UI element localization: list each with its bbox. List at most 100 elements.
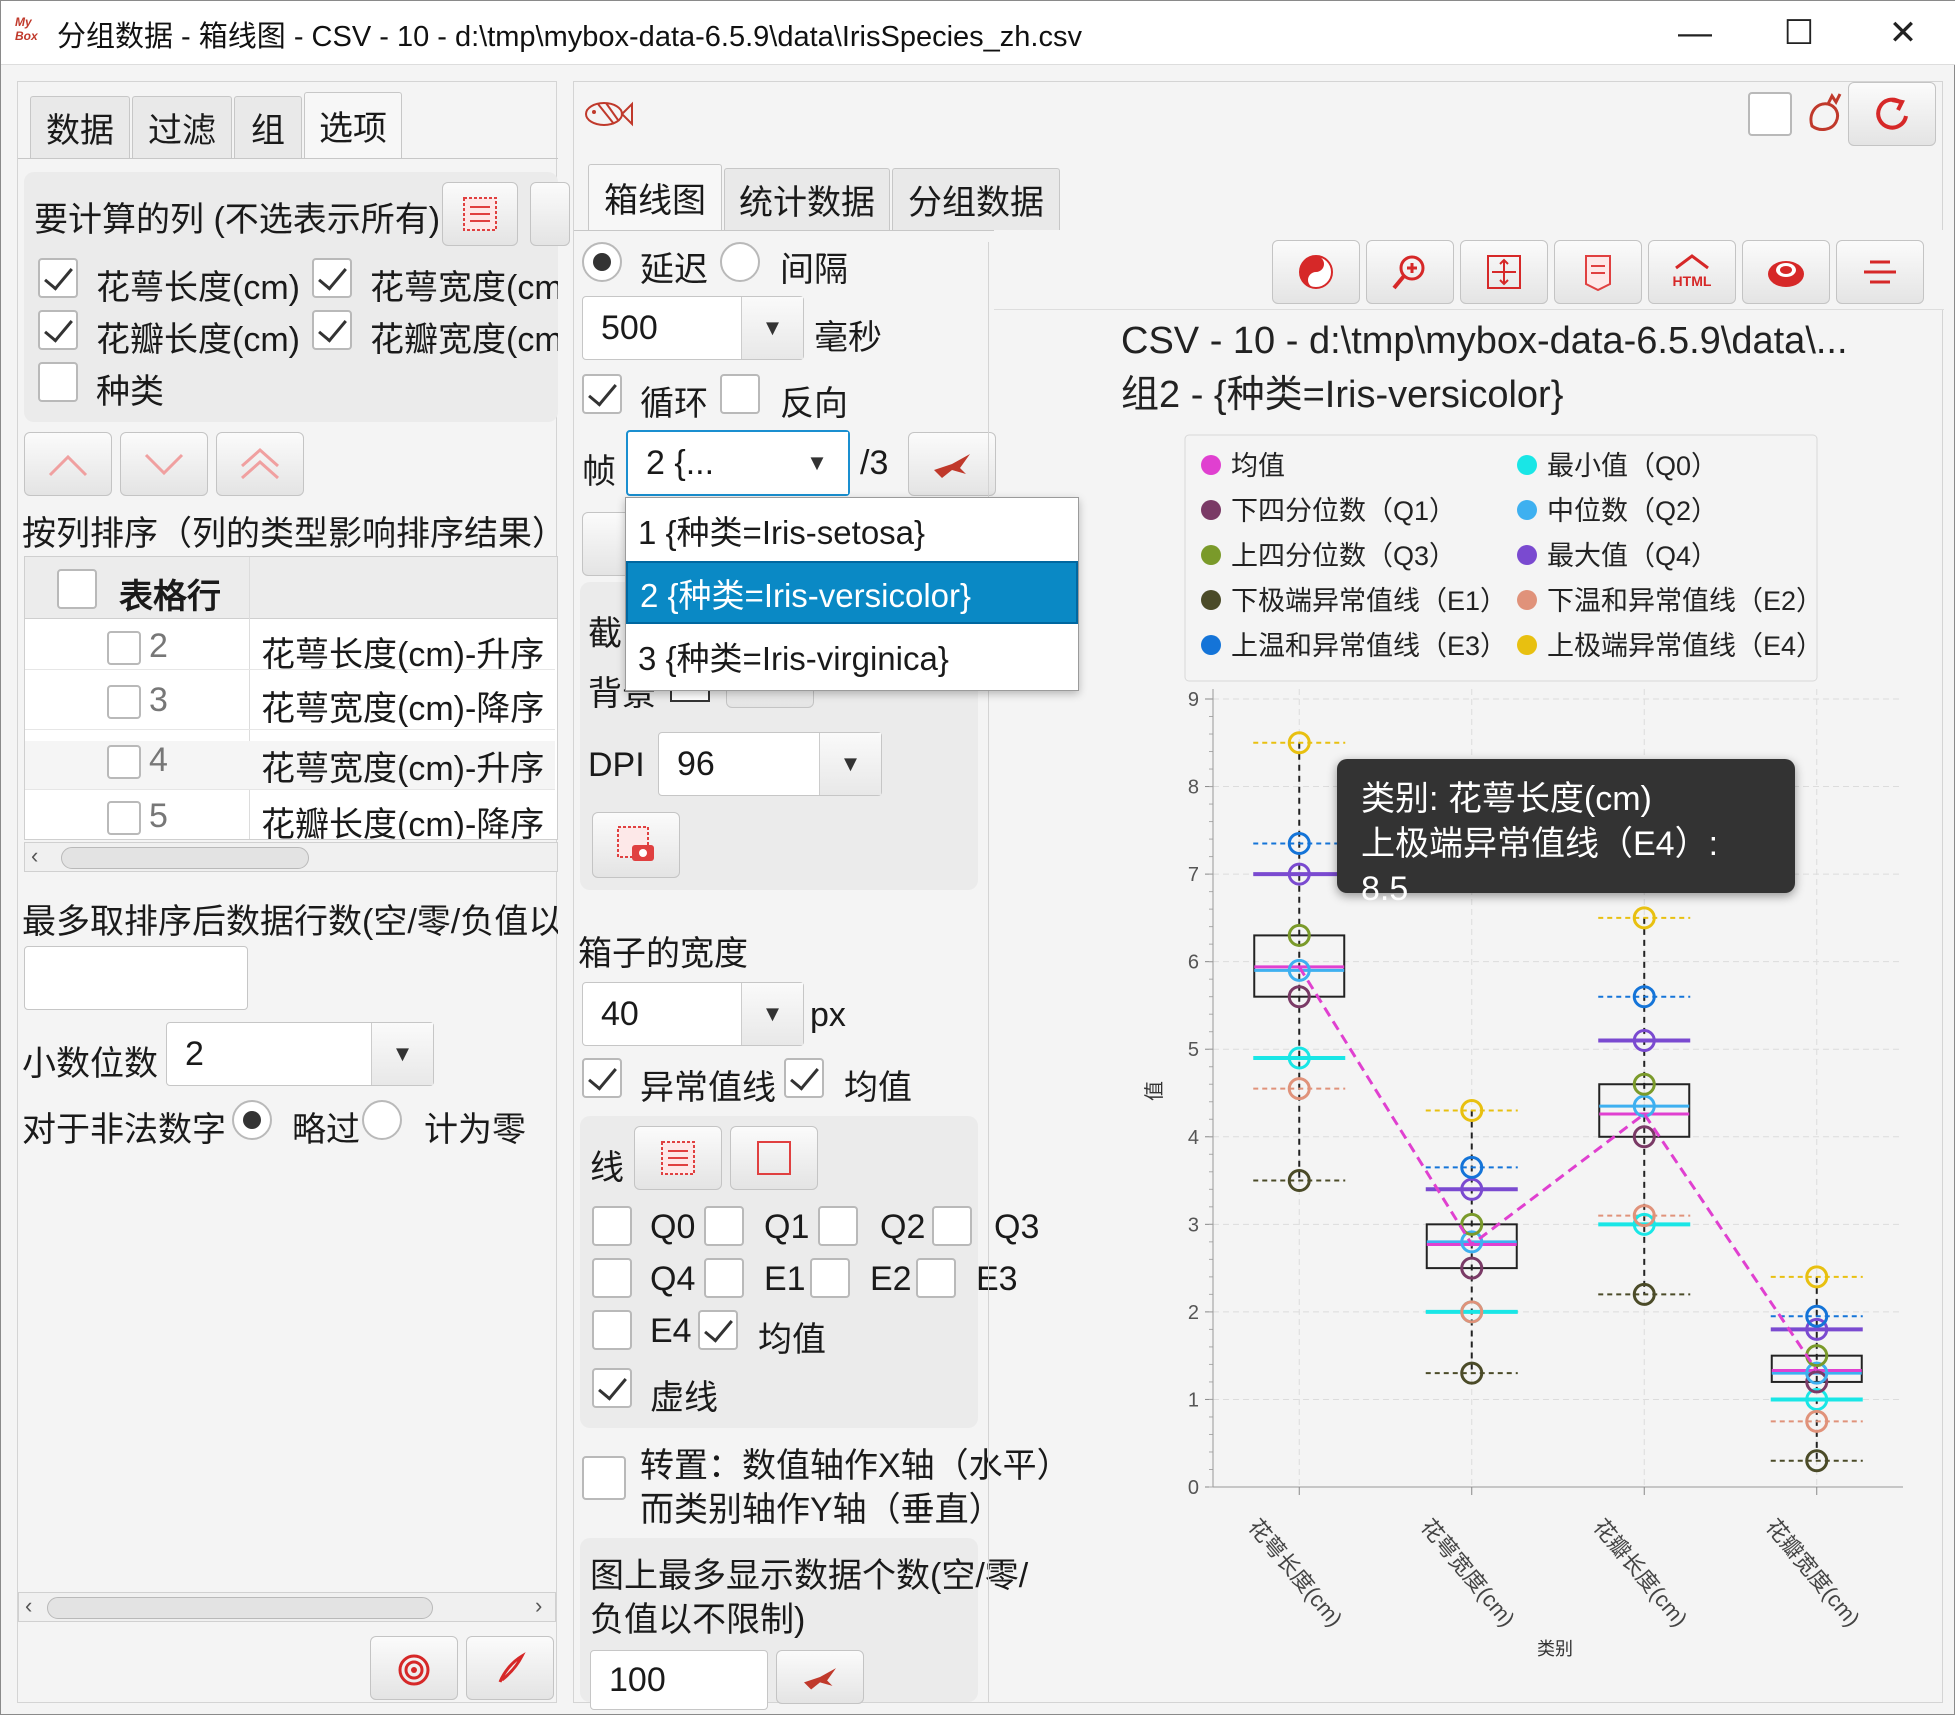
invalid-zero-radio[interactable] <box>362 1100 402 1140</box>
flower-button[interactable] <box>1742 240 1830 304</box>
decimal-label: 小数位数 <box>22 1045 158 1083</box>
chevron-down-icon <box>144 453 184 476</box>
reverse-checkbox[interactable] <box>720 374 760 414</box>
y-tick-label: 7 <box>1188 864 1199 886</box>
run-button[interactable] <box>466 1636 554 1700</box>
menu-button[interactable] <box>1836 240 1924 304</box>
decimal-select[interactable]: 2 ▼ <box>166 1022 434 1086</box>
table-row[interactable]: 5 花瓣长度(cm)-降序 <box>25 797 555 839</box>
list-button[interactable] <box>1554 240 1642 304</box>
line-checkbox-mean[interactable] <box>698 1310 738 1350</box>
table-select-all-checkbox[interactable] <box>57 569 97 609</box>
row-checkbox[interactable] <box>107 745 141 779</box>
yinyang-button[interactable] <box>1272 240 1360 304</box>
yinyang-icon <box>1299 255 1333 289</box>
delay-select[interactable]: 500 ▼ <box>582 296 804 360</box>
table-row[interactable]: 4 花萼宽度(cm)-升序 <box>25 741 555 790</box>
row-checkbox[interactable] <box>107 801 141 835</box>
play-button[interactable] <box>908 432 996 496</box>
chevron-down-icon: ▼ <box>741 297 803 359</box>
maximize-button[interactable]: ☐ <box>1747 1 1851 65</box>
line-checkbox-e4[interactable] <box>592 1310 632 1350</box>
tab-filter[interactable]: 过滤 <box>132 96 232 158</box>
legend-swatch <box>1517 590 1537 610</box>
dashed-checkbox[interactable] <box>592 1368 632 1408</box>
bird-icon <box>934 454 970 478</box>
snapshot-button[interactable] <box>592 812 680 878</box>
select-all-lines-button[interactable] <box>634 1126 722 1190</box>
table-scroll-thumb[interactable] <box>61 847 309 869</box>
minimize-button[interactable]: — <box>1643 1 1747 65</box>
tab-group-data[interactable]: 分组数据 <box>892 168 1060 230</box>
column-checkbox-5[interactable] <box>38 362 78 402</box>
clear-columns-button[interactable] <box>530 182 570 246</box>
line-checkbox-q0[interactable] <box>592 1206 632 1246</box>
move-up-button[interactable] <box>24 432 112 496</box>
frame-option-3[interactable]: 3 {种类=Iris-virginica} <box>626 624 1078 687</box>
boxplot-chart[interactable]: CSV - 10 - d:\tmp\mybox-data-6.5.9\data\… <box>1095 311 1943 1695</box>
mean-checkbox[interactable] <box>784 1058 824 1098</box>
row-number: 5 <box>149 797 168 835</box>
move-down-button[interactable] <box>120 432 208 496</box>
column-checkbox-2[interactable] <box>312 258 352 298</box>
snapshot-label: 截 <box>588 615 622 653</box>
interval-radio[interactable] <box>720 242 760 282</box>
line-checkbox-q2[interactable] <box>818 1206 858 1246</box>
frame-option-2[interactable]: 2 {种类=Iris-versicolor} <box>626 561 1078 624</box>
html-button[interactable]: HTML <box>1648 240 1736 304</box>
invalid-skip-label: 略过 <box>292 1111 360 1149</box>
max-data-input[interactable]: 100 <box>590 1650 768 1710</box>
close-button[interactable]: ✕ <box>1851 1 1955 65</box>
refresh-button[interactable] <box>1848 82 1936 146</box>
line-checkbox-e1[interactable] <box>704 1258 744 1298</box>
left-pane: 数据 过滤 组 选项 要计算的列 (不选表示所有) 花萼长度(cm) 花萼宽度(… <box>17 81 570 1703</box>
tab-group[interactable]: 组 <box>234 96 302 158</box>
line-checkbox-q1[interactable] <box>704 1206 744 1246</box>
max-data-apply-button[interactable] <box>776 1650 864 1704</box>
select-all-columns-button[interactable] <box>442 182 518 246</box>
tab-statistics[interactable]: 统计数据 <box>724 168 890 230</box>
move-top-button[interactable] <box>216 432 304 496</box>
left-h-scrollbar[interactable]: ‹ › <box>18 1592 556 1622</box>
loop-checkbox[interactable] <box>582 374 622 414</box>
reset-button[interactable] <box>370 1636 458 1700</box>
line-checkbox-q4[interactable] <box>592 1258 632 1298</box>
outlier-checkbox[interactable] <box>582 1058 622 1098</box>
line-checkbox-q3[interactable] <box>932 1206 972 1246</box>
dpi-select[interactable]: 96 ▼ <box>658 732 882 796</box>
tab-options[interactable]: 选项 <box>304 92 402 158</box>
row-checkbox[interactable] <box>107 685 141 719</box>
tab-data[interactable]: 数据 <box>30 96 130 158</box>
clear-lines-button[interactable] <box>730 1126 818 1190</box>
line-checkbox-e2[interactable] <box>810 1258 850 1298</box>
frame-select[interactable]: 2 {... ▼ <box>626 430 850 496</box>
invalid-skip-radio[interactable] <box>232 1100 272 1140</box>
column-checkbox-1[interactable] <box>38 258 78 298</box>
delay-radio[interactable] <box>582 242 622 282</box>
line-checkbox-e3[interactable] <box>916 1258 956 1298</box>
table-row[interactable]: 2 花萼长度(cm)-升序 <box>25 621 555 674</box>
outlier-label: 异常值线 <box>640 1069 776 1107</box>
row-name: 花萼宽度(cm)-降序 <box>261 690 545 728</box>
box-width-select[interactable]: 40 ▼ <box>582 982 804 1046</box>
column-checkbox-3[interactable] <box>38 310 78 350</box>
table-row[interactable]: 3 花萼宽度(cm)-降序 <box>25 681 555 730</box>
row-checkbox[interactable] <box>107 631 141 665</box>
legend-label: 最小值（Q0） <box>1547 451 1718 481</box>
pop-checkbox[interactable] <box>1748 92 1792 136</box>
left-scroll-thumb[interactable] <box>47 1597 433 1619</box>
table-h-scrollbar[interactable]: ‹ <box>24 842 558 872</box>
column-label-4: 花瓣宽度(cm) <box>370 321 558 359</box>
y-tick-label: 3 <box>1188 1214 1199 1236</box>
line-label: 线 <box>590 1149 624 1187</box>
chevron-up-icon <box>48 454 88 477</box>
table-header-label: 表格行 <box>119 578 221 616</box>
zoom-in-button[interactable] <box>1366 240 1454 304</box>
frame-option-1[interactable]: 1 {种类=Iris-setosa} <box>626 498 1078 561</box>
column-checkbox-4[interactable] <box>312 310 352 350</box>
max-rows-input[interactable] <box>24 946 248 1010</box>
tab-boxplot[interactable]: 箱线图 <box>588 164 722 230</box>
fit-size-button[interactable] <box>1460 240 1548 304</box>
y-tick-label: 5 <box>1188 1039 1199 1061</box>
transpose-checkbox[interactable] <box>582 1456 626 1500</box>
